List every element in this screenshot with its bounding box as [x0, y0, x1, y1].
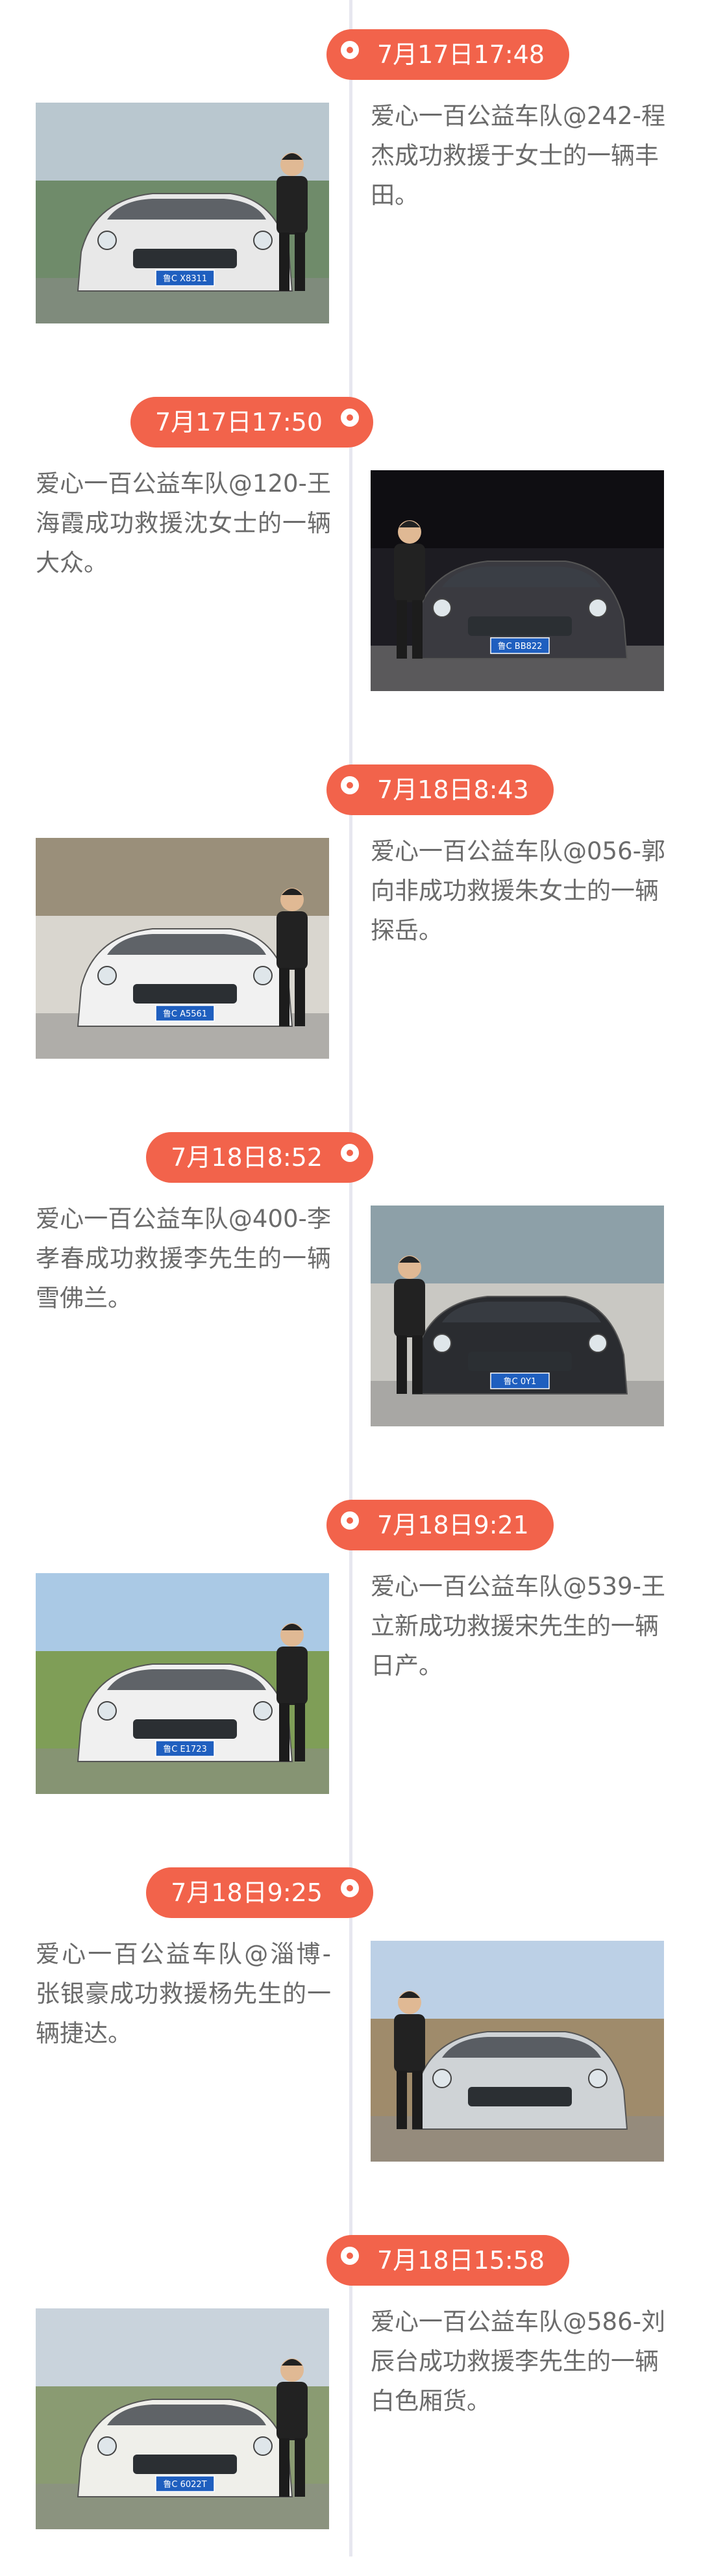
- rescue-photo[interactable]: 鲁C A5561: [36, 838, 329, 1059]
- timestamp-text: 7月18日9:25: [171, 1878, 323, 1907]
- photo-illustration: 鲁C BB822: [371, 470, 664, 691]
- entry-caption: 爱心一百公益车队@586-刘辰台成功救援李先生的一辆白色厢货。: [371, 2308, 665, 2415]
- car-shape: 鲁C E1723: [77, 1663, 293, 1762]
- timeline-dot-icon: [341, 1144, 359, 1162]
- car-shape: 鲁C 0Y1: [412, 1296, 628, 1395]
- timeline-dot-icon: [341, 2247, 359, 2265]
- license-plate-text: 鲁C 0Y1: [504, 1377, 537, 1387]
- license-plate-text: 鲁C X8311: [163, 274, 207, 284]
- timestamp-text: 7月18日9:21: [377, 1511, 529, 1539]
- entry-caption: 爱心一百公益车队@539-王立新成功救援宋先生的一辆日产。: [371, 1572, 665, 1680]
- photo-illustration: 鲁C 0Y1: [371, 1206, 664, 1426]
- rescue-photo[interactable]: 鲁C BB822: [371, 470, 664, 691]
- timestamp-badge: 7月17日17:48: [326, 29, 570, 80]
- photo-illustration: 鲁C X8311: [36, 103, 329, 323]
- timeline-dot-icon: [341, 409, 359, 427]
- entry-caption: 爱心一百公益车队@淄博-张银豪成功救援杨先生的一辆捷达。: [36, 1940, 331, 2047]
- timeline-dot-icon: [341, 1879, 359, 1897]
- photo-illustration: 鲁C A5561: [36, 838, 329, 1059]
- timeline-dot-icon: [341, 776, 359, 794]
- timestamp-text: 7月17日17:48: [377, 40, 545, 69]
- entry-caption: 爱心一百公益车队@056-郭向非成功救援朱女士的一辆探岳。: [371, 837, 665, 944]
- timeline-entry: 7月17日17:48 鲁C X8311 爱心一百公益车队@242-程杰成功救援于…: [0, 0, 701, 370]
- rescue-photo[interactable]: 鲁C 0Y1: [371, 1206, 664, 1426]
- photo-illustration: 鲁C 6022T: [36, 2308, 329, 2529]
- license-plate-text: 鲁C BB822: [498, 642, 543, 651]
- timestamp-badge: 7月18日9:25: [146, 1867, 373, 1918]
- timestamp-badge: 7月18日15:58: [326, 2235, 570, 2286]
- timeline-dot-icon: [341, 41, 359, 59]
- photo-illustration: [371, 1941, 664, 2162]
- timeline-entry: 7月18日9:21 鲁C E1723 爱心一百公益车队@539-王立新成功救援宋…: [0, 1471, 701, 1841]
- timestamp-text: 7月18日8:52: [171, 1143, 323, 1172]
- timestamp-text: 7月18日15:58: [377, 2246, 545, 2275]
- photo-illustration: 鲁C E1723: [36, 1573, 329, 1794]
- license-plate-text: 鲁C 6022T: [163, 2480, 206, 2490]
- timestamp-badge: 7月18日8:43: [326, 764, 554, 815]
- rescue-photo[interactable]: [371, 1941, 664, 2162]
- timestamp-badge: 7月18日9:21: [326, 1500, 554, 1550]
- timestamp-badge: 7月17日17:50: [130, 397, 373, 448]
- timeline-entry: 7月18日8:52 爱心一百公益车队@400-李孝春成功救援李先生的一辆雪佛兰。…: [0, 1103, 701, 1473]
- entry-caption: 爱心一百公益车队@400-李孝春成功救援李先生的一辆雪佛兰。: [36, 1205, 331, 1312]
- timeline-entry: 7月18日8:43 鲁C A5561 爱心一百公益车队@056-郭向非成功救援朱…: [0, 735, 701, 1105]
- timestamp-text: 7月18日8:43: [377, 776, 529, 804]
- rescue-photo[interactable]: 鲁C 6022T: [36, 2308, 329, 2529]
- license-plate-text: 鲁C E1723: [163, 1745, 207, 1754]
- license-plate-text: 鲁C A5561: [163, 1009, 207, 1019]
- timeline-entry: 7月18日9:25 爱心一百公益车队@淄博-张银豪成功救援杨先生的一辆捷达。: [0, 1838, 701, 2208]
- timestamp-text: 7月17日17:50: [154, 408, 323, 436]
- timeline-entry: 7月18日15:58 鲁C 6022T 爱心一百公益车队@586-刘辰台成功救援…: [0, 2206, 701, 2576]
- car-shape: 鲁C A5561: [77, 928, 293, 1027]
- timeline-dot-icon: [341, 1511, 359, 1530]
- entry-caption: 爱心一百公益车队@120-王海霞成功救援沈女士的一辆大众。: [36, 470, 331, 577]
- entry-caption: 爱心一百公益车队@242-程杰成功救援于女士的一辆丰田。: [371, 102, 665, 209]
- timestamp-badge: 7月18日8:52: [146, 1132, 373, 1183]
- rescue-photo[interactable]: 鲁C E1723: [36, 1573, 329, 1794]
- car-shape: 鲁C 6022T: [77, 2399, 293, 2497]
- car-shape: 鲁C BB822: [412, 561, 628, 659]
- car-shape: 鲁C X8311: [77, 193, 293, 292]
- rescue-photo[interactable]: 鲁C X8311: [36, 103, 329, 323]
- timeline-entry: 7月17日17:50 爱心一百公益车队@120-王海霞成功救援沈女士的一辆大众。…: [0, 368, 701, 738]
- car-shape: [412, 2031, 628, 2130]
